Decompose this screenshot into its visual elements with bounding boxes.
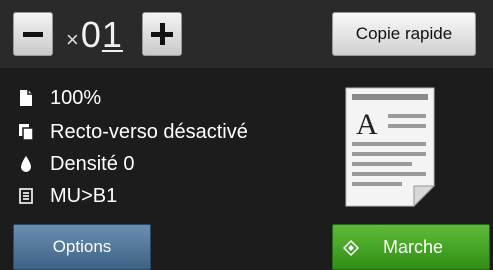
quick-copy-button[interactable]: Copie rapide	[332, 12, 476, 56]
top-bar: × 01 Copie rapide	[0, 0, 493, 68]
copy-count-cursor-digit: 1	[101, 14, 123, 55]
enlarge-reduce-value: 100%	[50, 86, 102, 109]
start-diamond-icon	[342, 239, 360, 257]
tray-icon	[18, 186, 34, 206]
density-value: Densité 0	[50, 152, 135, 175]
options-button[interactable]: Options	[13, 224, 151, 270]
start-button[interactable]: Marche	[332, 224, 490, 270]
duplex-icon	[18, 122, 34, 142]
copy-count-value: 01	[81, 15, 123, 55]
copy-screen: × 01 Copie rapide 100% Recto-verso désac…	[0, 0, 493, 270]
decrease-copies-button[interactable]	[13, 12, 53, 56]
plus-icon	[151, 23, 173, 45]
copy-count: × 01	[66, 15, 123, 55]
start-button-label: Marche	[383, 237, 444, 257]
increase-copies-button[interactable]	[142, 12, 182, 56]
density-drop-icon	[18, 154, 34, 174]
setting-duplex[interactable]: Recto-verso désactivé	[18, 120, 248, 144]
tray-value: MU>B1	[50, 184, 118, 207]
copy-count-digit: 0	[80, 14, 102, 55]
multiplier-sign: ×	[66, 27, 79, 52]
document-preview-icon: A	[345, 87, 436, 208]
duplex-value: Recto-verso désactivé	[50, 120, 248, 143]
setting-tray[interactable]: MU>B1	[18, 184, 117, 208]
setting-density[interactable]: Densité 0	[18, 152, 135, 176]
minus-icon	[23, 31, 43, 37]
setting-enlarge-reduce[interactable]: 100%	[18, 86, 101, 110]
document-preview: A	[344, 86, 436, 208]
preview-sample-letter: A	[356, 108, 378, 141]
enlarge-reduce-icon	[18, 88, 34, 108]
